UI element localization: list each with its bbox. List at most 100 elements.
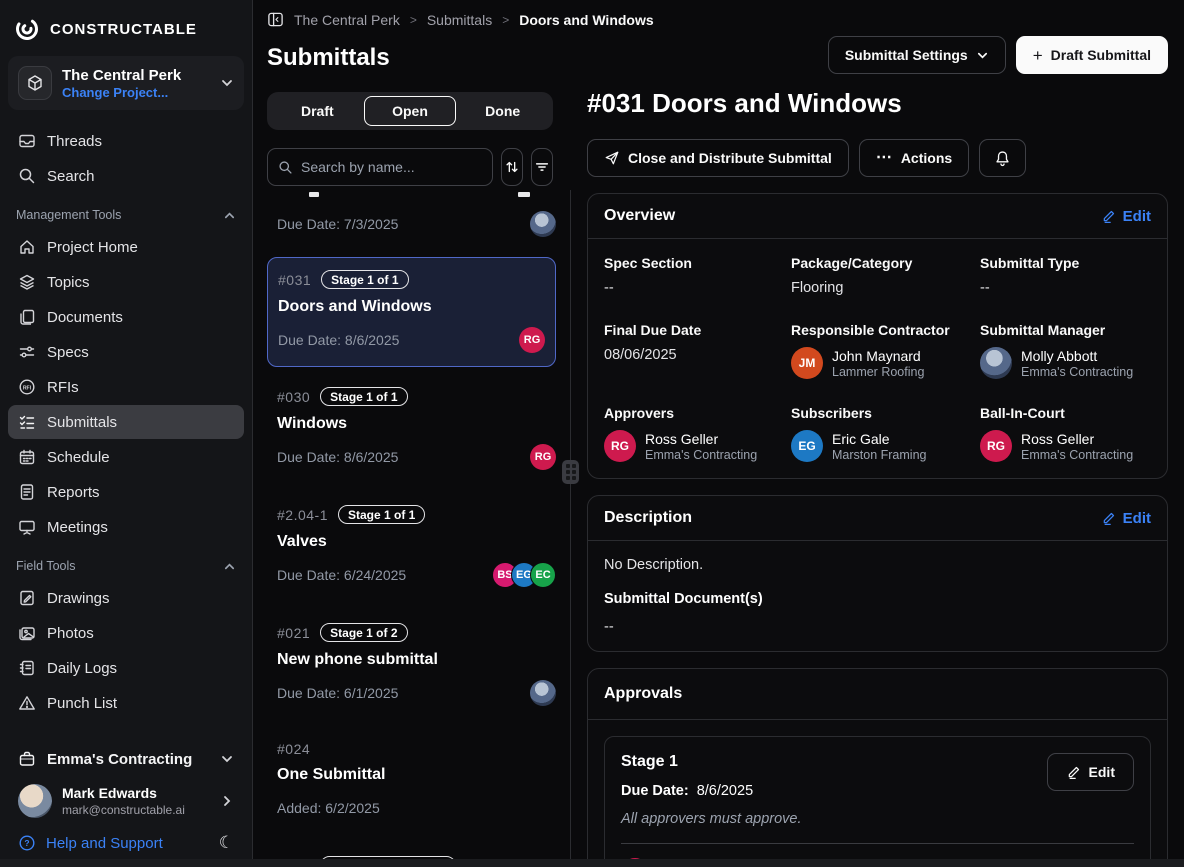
sidebar-item-drawings[interactable]: Drawings: [8, 581, 244, 615]
stage-1-card: Stage 1 Edit Due Date:8/6/2025 All appro…: [604, 736, 1151, 867]
actions-button[interactable]: ⋯ Actions: [859, 139, 969, 177]
breadcrumb-separator: >: [502, 13, 509, 27]
draft-submittal-button[interactable]: + Draft Submittal: [1016, 36, 1168, 74]
documents-value: --: [604, 619, 1151, 635]
list-item-due: Due Date: 8/6/2025: [277, 449, 398, 465]
filter-button[interactable]: [531, 148, 553, 186]
sidebar-item-meetings[interactable]: Meetings: [8, 510, 244, 544]
submittal-settings-button[interactable]: Submittal Settings: [828, 36, 1006, 74]
project-cube-icon: [18, 66, 52, 100]
sidebar-item-rfis[interactable]: RFI RFIs: [8, 370, 244, 404]
help-and-support[interactable]: ? Help and Support ☾: [8, 825, 244, 857]
list-item-024[interactable]: #024 One Submittal Added: 6/2/2025: [253, 731, 570, 833]
submittal-detail: #031 Doors and Windows Close and Distrib…: [587, 88, 1168, 867]
stage-due-label: Due Date:: [621, 783, 689, 799]
sidebar-item-daily-logs[interactable]: Daily Logs: [8, 651, 244, 685]
breadcrumb-project[interactable]: The Central Perk: [294, 12, 400, 28]
field-label: Subscribers: [791, 405, 980, 421]
list-item-031[interactable]: #031 Stage 1 of 1 Doors and Windows Due …: [267, 257, 556, 367]
presentation-icon: [18, 518, 36, 536]
topbar-buttons: Submittal Settings + Draft Submittal: [828, 36, 1168, 74]
search-input[interactable]: [301, 159, 482, 175]
overview-edit-button[interactable]: Edit: [1101, 208, 1151, 225]
person-org: Lammer Roofing: [832, 365, 924, 379]
org-name: Emma's Contracting: [47, 751, 192, 768]
tab-open[interactable]: Open: [364, 96, 457, 126]
list-item-number: #2.04-1: [277, 507, 328, 523]
sidebar-item-topics[interactable]: Topics: [8, 265, 244, 299]
user-menu[interactable]: Mark Edwards mark@constructable.ai: [8, 777, 244, 825]
sort-arrows-icon: [504, 159, 520, 175]
sidebar-item-reports[interactable]: Reports: [8, 475, 244, 509]
status-tabs: Draft Open Done: [267, 92, 553, 130]
list-item-021[interactable]: #021 Stage 1 of 2 New phone submittal Du…: [253, 613, 570, 718]
submittal-list-panel: Draft Open Done: [267, 92, 553, 186]
sidebar-item-threads[interactable]: Threads: [8, 124, 244, 158]
field-value: --: [980, 280, 1151, 296]
breadcrumb-submittals[interactable]: Submittals: [427, 12, 492, 28]
constructable-logo-icon: [14, 16, 40, 42]
description-title: Description: [604, 509, 692, 527]
detail-title: #031 Doors and Windows: [587, 88, 1168, 119]
sort-button[interactable]: [501, 148, 523, 186]
sidebar-item-documents[interactable]: Documents: [8, 300, 244, 334]
field-approvers: Approvers RG Ross Geller Emma's Contract…: [604, 405, 791, 462]
avatar-rg: RG: [519, 327, 545, 353]
avatar-photo: [530, 211, 556, 237]
panel-resize-handle[interactable]: [562, 460, 579, 484]
list-item-2-04-1[interactable]: #2.04-1 Stage 1 of 1 Valves Due Date: 6/…: [253, 495, 570, 600]
sidebar-item-label: Photos: [47, 625, 94, 642]
clipped-text-fragment: [518, 192, 530, 197]
section-label-text: Field Tools: [16, 559, 76, 573]
sidebar-item-label: Documents: [47, 309, 123, 326]
search-box[interactable]: [267, 148, 493, 186]
panel-divider: [570, 190, 571, 867]
actions-label: Actions: [901, 150, 952, 166]
description-edit-button[interactable]: Edit: [1101, 510, 1151, 527]
documents-icon: [18, 308, 36, 326]
tab-done[interactable]: Done: [456, 96, 549, 126]
pencil-icon: [1101, 209, 1116, 224]
person-org: Emma's Contracting: [645, 448, 757, 462]
notifications-button[interactable]: [979, 139, 1026, 177]
section-management-tools[interactable]: Management Tools: [8, 194, 244, 230]
sidebar-item-submittals[interactable]: Submittals: [8, 405, 244, 439]
list-item-number: #031: [278, 272, 311, 288]
field-final-due-date: Final Due Date 08/06/2025: [604, 322, 791, 379]
field-value: 08/06/2025: [604, 347, 791, 363]
sidebar-item-specs[interactable]: Specs: [8, 335, 244, 369]
field-label: Final Due Date: [604, 322, 791, 338]
user-name: Mark Edwards: [62, 785, 185, 803]
draft-submittal-label: Draft Submittal: [1051, 47, 1151, 63]
list-item-030[interactable]: #030 Stage 1 of 1 Windows Due Date: 8/6/…: [253, 377, 570, 482]
change-project-link[interactable]: Change Project...: [62, 85, 181, 100]
sidebar-item-search[interactable]: Search: [8, 159, 244, 193]
project-selector[interactable]: The Central Perk Change Project...: [8, 56, 244, 110]
list-item-due: Due Date: 6/24/2025: [277, 567, 406, 583]
close-distribute-button[interactable]: Close and Distribute Submittal: [587, 139, 849, 177]
stage-badge: Stage 1 of 1: [338, 505, 425, 524]
sidebar-item-photos[interactable]: Photos: [8, 616, 244, 650]
section-field-tools[interactable]: Field Tools: [8, 545, 244, 581]
list-item-title: Windows: [277, 415, 556, 433]
sidebar-item-schedule[interactable]: Schedule: [8, 440, 244, 474]
chevron-down-icon: [220, 752, 234, 766]
warning-triangle-icon: [18, 694, 36, 712]
calendar-icon: [18, 448, 36, 466]
help-circle-icon: ?: [18, 834, 36, 852]
field-label: Approvers: [604, 405, 791, 421]
tab-draft[interactable]: Draft: [271, 96, 364, 126]
list-item-number: #024: [277, 741, 310, 757]
chevron-right-icon: [220, 794, 234, 808]
dark-mode-toggle-icon[interactable]: ☾: [219, 833, 234, 853]
sidebar-item-project-home[interactable]: Project Home: [8, 230, 244, 264]
stage-badge: Stage 1 of 1: [321, 270, 408, 289]
stage-edit-button[interactable]: Edit: [1047, 753, 1134, 791]
collapse-sidebar-icon[interactable]: [267, 11, 284, 28]
sidebar-item-label: Schedule: [47, 449, 110, 466]
field-label: Submittal Manager: [980, 322, 1151, 338]
list-item-partial[interactable]: Due Date: 7/3/2025: [253, 190, 570, 249]
sidebar-item-label: Reports: [47, 484, 100, 501]
org-selector[interactable]: Emma's Contracting: [8, 741, 244, 777]
sidebar-item-punch-list[interactable]: Punch List: [8, 686, 244, 720]
